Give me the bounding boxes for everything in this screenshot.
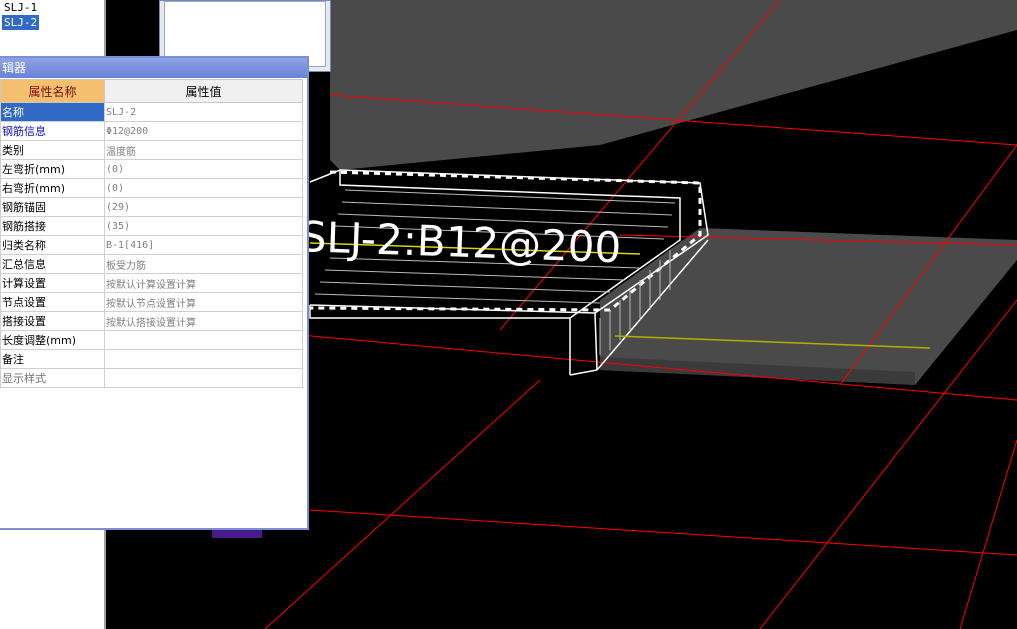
property-table: 属性名称 属性值 名称 SLJ-2 钢筋信息 Φ12@200 类别 温度筋 左弯折(mm)(… <box>0 79 303 388</box>
property-value[interactable] <box>104 368 303 388</box>
property-value[interactable]: 按默认计算设置计算 <box>104 273 303 293</box>
property-row[interactable]: 左弯折(mm) (0) <box>0 159 303 179</box>
header-property-name[interactable]: 属性名称 <box>0 79 105 103</box>
property-value[interactable]: SLJ-2 <box>104 102 303 122</box>
property-name: 显示样式 <box>0 368 105 388</box>
top-slab <box>330 0 1017 170</box>
property-row[interactable]: 钢筋信息 Φ12@200 <box>0 121 303 141</box>
property-name: 长度调整(mm) <box>0 330 105 350</box>
property-value[interactable]: (35) <box>104 216 303 236</box>
property-row[interactable]: 名称 SLJ-2 <box>0 102 303 122</box>
property-name: 名称 <box>0 102 105 122</box>
property-name: 右弯折(mm) <box>0 178 105 198</box>
property-name: 备注 <box>0 349 105 369</box>
property-value[interactable]: 按默认节点设置计算 <box>104 292 303 312</box>
property-editor-title[interactable]: 辑器 <box>0 58 307 78</box>
property-row[interactable]: 长度调整(mm) <box>0 330 303 350</box>
property-value[interactable]: 温度筋 <box>104 140 303 160</box>
property-row[interactable]: 计算设置 按默认计算设置计算 <box>0 273 303 293</box>
property-row[interactable]: 显示样式 <box>0 368 303 388</box>
property-name: 类别 <box>0 140 105 160</box>
property-row[interactable]: 汇总信息 板受力筋 <box>0 254 303 274</box>
property-name: 钢筋搭接 <box>0 216 105 236</box>
property-rows: 名称 SLJ-2 钢筋信息 Φ12@200 类别 温度筋 左弯折(mm) (0) 右弯折(mm)… <box>0 102 303 388</box>
property-editor: 辑器 属性名称 属性值 名称 SLJ-2 钢筋信息 Φ12@200 类别 温度筋 左弯折(m… <box>0 56 309 530</box>
property-name: 左弯折(mm) <box>0 159 105 179</box>
property-name: 钢筋信息 <box>0 121 105 141</box>
property-row[interactable]: 归类名称 B-1[416] <box>0 235 303 255</box>
property-value[interactable]: 板受力筋 <box>104 254 303 274</box>
rebar-label: SLJ-2:B12@200 <box>299 212 622 272</box>
property-row[interactable]: 类别 温度筋 <box>0 140 303 160</box>
property-name: 归类名称 <box>0 235 105 255</box>
tree-item-slj-1[interactable]: SLJ-1 <box>2 0 39 15</box>
tree-item-slj-2[interactable]: SLJ-2 <box>2 15 40 30</box>
header-property-value[interactable]: 属性值 <box>104 79 303 103</box>
property-value[interactable]: Φ12@200 <box>104 121 303 141</box>
property-row[interactable]: 备注 <box>0 349 303 369</box>
property-name: 钢筋锚固 <box>0 197 105 217</box>
property-row[interactable]: 钢筋搭接 (35) <box>0 216 303 236</box>
property-name: 搭接设置 <box>0 311 105 331</box>
property-value[interactable] <box>104 330 303 350</box>
property-value[interactable] <box>104 349 303 369</box>
property-name: 汇总信息 <box>0 254 105 274</box>
property-value[interactable]: 按默认搭接设置计算 <box>104 311 303 331</box>
property-row[interactable]: 钢筋锚固 (29) <box>0 197 303 217</box>
property-value[interactable]: (0) <box>104 178 303 198</box>
property-row[interactable]: 节点设置 按默认节点设置计算 <box>0 292 303 312</box>
property-row[interactable]: 搭接设置 按默认搭接设置计算 <box>0 311 303 331</box>
property-value[interactable]: B-1[416] <box>104 235 303 255</box>
property-row[interactable]: 右弯折(mm) (0) <box>0 178 303 198</box>
property-value[interactable]: (29) <box>104 197 303 217</box>
property-name: 节点设置 <box>0 292 105 312</box>
property-value[interactable]: (0) <box>104 159 303 179</box>
property-name: 计算设置 <box>0 273 105 293</box>
